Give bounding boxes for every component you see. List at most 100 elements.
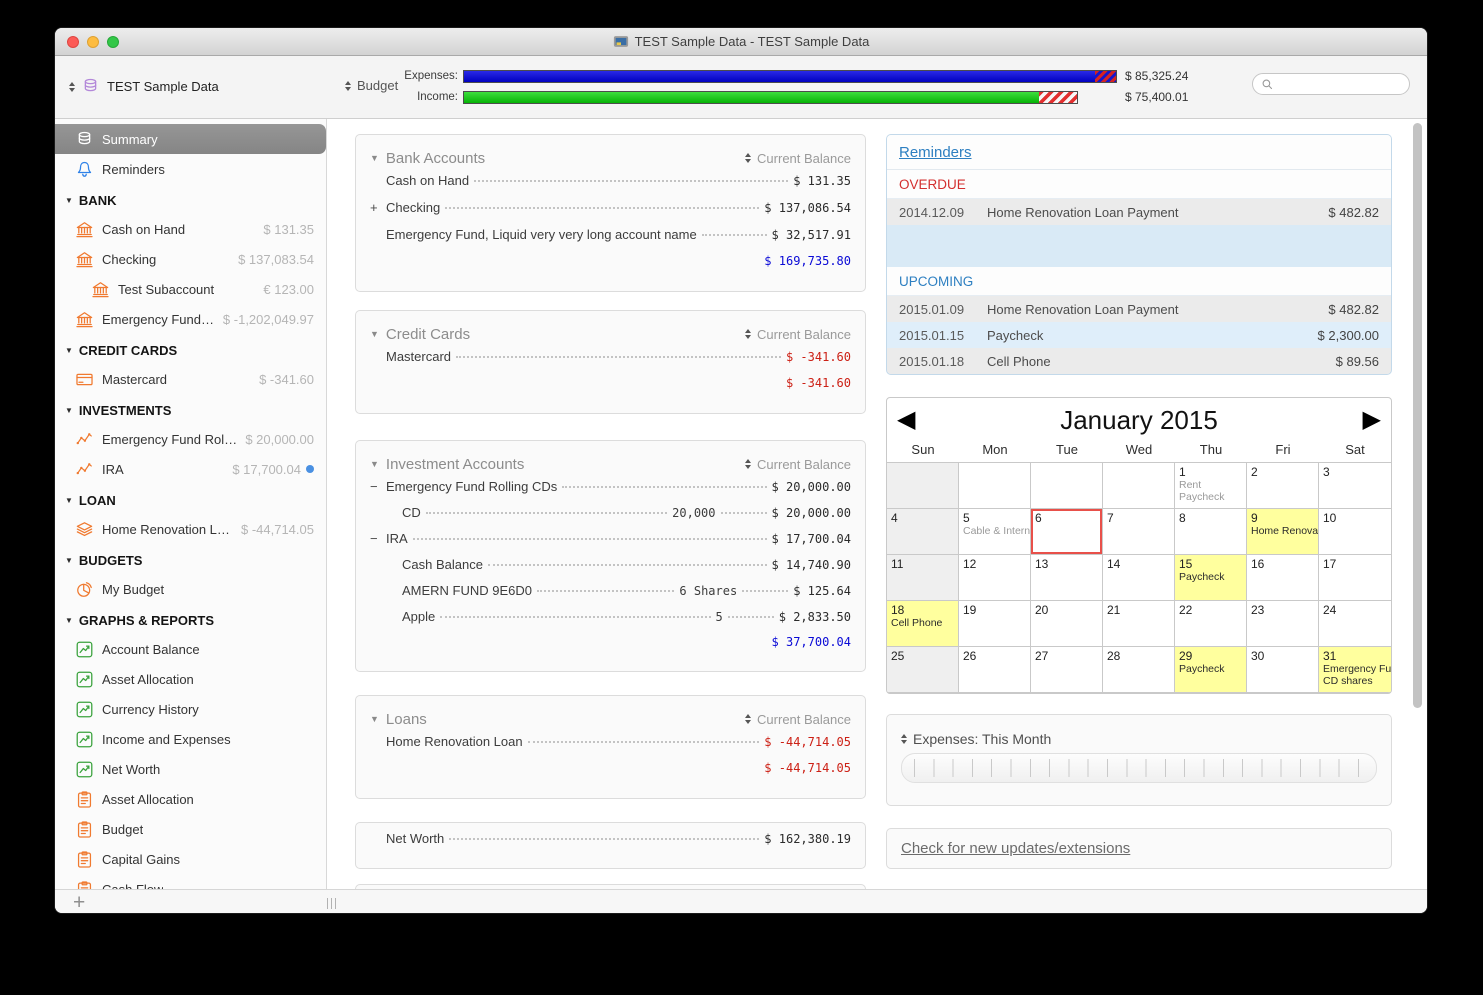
sidebar-item-home-renovation-loan[interactable]: Home Renovation Loan$ -44,714.05 — [55, 514, 326, 544]
reminder-row[interactable]: 2014.12.09Home Renovation Loan Payment$ … — [887, 199, 1391, 225]
sidebar-item-my-budget[interactable]: My Budget — [55, 574, 326, 604]
sidebar-item-reminders[interactable]: Reminders — [55, 154, 326, 184]
panel-header-credit-cards[interactable]: ▼Credit CardsCurrent Balance — [370, 319, 851, 349]
sidebar-item-summary[interactable]: Summary — [55, 124, 326, 154]
calendar-cell-29[interactable]: 29Paycheck — [1175, 647, 1247, 693]
calendar-cell-5[interactable]: 5Cable & Intern — [959, 509, 1031, 555]
expenses-month-header[interactable]: Expenses: This Month — [901, 727, 1377, 751]
calendar-cell-28[interactable]: 28 — [1103, 647, 1175, 693]
calendar-cell-20[interactable]: 20 — [1031, 601, 1103, 647]
calendar-cell-3[interactable]: 3 — [1319, 463, 1391, 509]
reminder-row[interactable]: 2015.01.15Paycheck$ 2,300.00 — [887, 322, 1391, 348]
sidebar-item-ira[interactable]: IRA$ 17,700.04 — [55, 454, 326, 484]
calendar-cell-1[interactable]: 1RentPaycheck — [1175, 463, 1247, 509]
sort-control[interactable]: Current Balance — [745, 457, 851, 472]
scrollbar-thumb[interactable] — [1413, 123, 1422, 708]
reminder-row[interactable]: 2015.01.09Home Renovation Loan Payment$ … — [887, 296, 1391, 322]
reminders-link[interactable]: Reminders — [899, 144, 972, 161]
calendar-cell-empty[interactable] — [887, 463, 959, 509]
account-row-emergency-fund-liquid-very-very-long-account-name[interactable]: Emergency Fund, Liquid very very long ac… — [370, 227, 851, 254]
calendar-cell-31[interactable]: 31Emergency FuCD shares — [1319, 647, 1391, 693]
calendar-cell-7[interactable]: 7 — [1103, 509, 1175, 555]
calendar-cell-21[interactable]: 21 — [1103, 601, 1175, 647]
zoom-button[interactable] — [107, 36, 119, 48]
sidebar-section-investments[interactable]: ▼INVESTMENTS — [55, 396, 326, 424]
sort-control[interactable]: Current Balance — [745, 327, 851, 342]
calendar-cell-4[interactable]: 4 — [887, 509, 959, 555]
panel-header-investment-accounts[interactable]: ▼Investment AccountsCurrent Balance — [370, 449, 851, 479]
calendar-cell-27[interactable]: 27 — [1031, 647, 1103, 693]
calendar-next-button[interactable]: ▶ — [1363, 408, 1381, 432]
calendar-cell-empty[interactable] — [959, 463, 1031, 509]
account-row-net-worth[interactable]: Net Worth$ 162,380.19 — [370, 831, 851, 858]
calendar-cell-23[interactable]: 23 — [1247, 601, 1319, 647]
sidebar-resize-handle[interactable] — [327, 898, 337, 909]
sidebar-item-test-subaccount[interactable]: Test Subaccount€ 123.00 — [55, 274, 326, 304]
sidebar-item-budget[interactable]: Budget — [55, 814, 326, 844]
calendar-cell-12[interactable]: 12 — [959, 555, 1031, 601]
sidebar-item-capital-gains[interactable]: Capital Gains — [55, 844, 326, 874]
sidebar-item-cash-flow[interactable]: Cash Flow — [55, 874, 326, 889]
calendar-cell-2[interactable]: 2 — [1247, 463, 1319, 509]
calendar-cell-19[interactable]: 19 — [959, 601, 1031, 647]
calendar-cell-14[interactable]: 14 — [1103, 555, 1175, 601]
sidebar-item-asset-allocation[interactable]: Asset Allocation — [55, 784, 326, 814]
panel-header-bank-accounts[interactable]: ▼Bank AccountsCurrent Balance — [370, 143, 851, 173]
account-row-checking[interactable]: +Checking$ 137,086.54 — [370, 200, 851, 227]
sidebar-item-net-worth[interactable]: Net Worth — [55, 754, 326, 784]
file-selector[interactable]: TEST Sample Data — [69, 77, 219, 96]
calendar-cell-16[interactable]: 16 — [1247, 555, 1319, 601]
sidebar-item-emergency-fund[interactable]: Emergency Fund, ...$ -1,202,049.97 — [55, 304, 326, 334]
sidebar-item-asset-allocation[interactable]: Asset Allocation — [55, 664, 326, 694]
calendar-cell-26[interactable]: 26 — [959, 647, 1031, 693]
account-row-cash-on-hand[interactable]: Cash on Hand$ 131.35 — [370, 173, 851, 200]
calendar-cell-9[interactable]: 9Home Renova — [1247, 509, 1319, 555]
calendar-cell-empty[interactable] — [1031, 463, 1103, 509]
calendar-cell-10[interactable]: 10 — [1319, 509, 1391, 555]
check-updates-link[interactable]: Check for new updates/extensions — [901, 840, 1130, 857]
account-row-amern-fund-9e6d0[interactable]: AMERN FUND 9E6D06 Shares$ 125.64 — [370, 583, 851, 609]
calendar-cell-6[interactable]: 6 — [1031, 509, 1103, 555]
search-field[interactable] — [1252, 73, 1410, 95]
panel-header-loans[interactable]: ▼LoansCurrent Balance — [370, 704, 851, 734]
calendar-cell-11[interactable]: 11 — [887, 555, 959, 601]
expenses-month-panel: Expenses: This Month — [886, 714, 1392, 806]
minimize-button[interactable] — [87, 36, 99, 48]
sidebar-item-account-balance[interactable]: Account Balance — [55, 634, 326, 664]
sort-control[interactable]: Current Balance — [745, 151, 851, 166]
sidebar-section-graphs-reports[interactable]: ▼GRAPHS & REPORTS — [55, 606, 326, 634]
sidebar-item-cash-on-hand[interactable]: Cash on Hand$ 131.35 — [55, 214, 326, 244]
calendar-prev-button[interactable]: ◀ — [897, 408, 915, 432]
calendar-cell-22[interactable]: 22 — [1175, 601, 1247, 647]
account-row-apple[interactable]: Apple5$ 2,833.50 — [370, 609, 851, 635]
sidebar-section-bank[interactable]: ▼BANK — [55, 186, 326, 214]
sidebar-item-income-and-expenses[interactable]: Income and Expenses — [55, 724, 326, 754]
sidebar-section-credit-cards[interactable]: ▼CREDIT CARDS — [55, 336, 326, 364]
sort-control[interactable]: Current Balance — [745, 712, 851, 727]
calendar-cell-18[interactable]: 18Cell Phone — [887, 601, 959, 647]
sidebar-item-emergency-fund-rolli[interactable]: Emergency Fund Rolli...$ 20,000.00 — [55, 424, 326, 454]
sidebar-section-loan[interactable]: ▼LOAN — [55, 486, 326, 514]
account-row-mastercard[interactable]: Mastercard$ -341.60 — [370, 349, 851, 376]
calendar-cell-30[interactable]: 30 — [1247, 647, 1319, 693]
reminder-row[interactable]: 2015.01.18Cell Phone$ 89.56 — [887, 348, 1391, 374]
calendar-cell-15[interactable]: 15Paycheck — [1175, 555, 1247, 601]
account-row-cash-balance[interactable]: Cash Balance$ 14,740.90 — [370, 557, 851, 583]
add-account-button[interactable]: + — [73, 893, 85, 913]
calendar-cell-17[interactable]: 17 — [1319, 555, 1391, 601]
sidebar-item-checking[interactable]: Checking$ 137,083.54 — [55, 244, 326, 274]
sidebar-section-budgets[interactable]: ▼BUDGETS — [55, 546, 326, 574]
calendar-cell-13[interactable]: 13 — [1031, 555, 1103, 601]
account-row-home-renovation-loan[interactable]: Home Renovation Loan$ -44,714.05 — [370, 734, 851, 761]
sidebar-item-currency-history[interactable]: Currency History — [55, 694, 326, 724]
calendar-cell-25[interactable]: 25 — [887, 647, 959, 693]
search-input[interactable] — [1278, 76, 1401, 92]
calendar-cell-empty[interactable] — [1103, 463, 1175, 509]
close-button[interactable] — [67, 36, 79, 48]
calendar-cell-24[interactable]: 24 — [1319, 601, 1391, 647]
account-row-emergency-fund-rolling-cds[interactable]: −Emergency Fund Rolling CDs$ 20,000.00 — [370, 479, 851, 505]
account-row-cd[interactable]: CD20,000$ 20,000.00 — [370, 505, 851, 531]
account-row-ira[interactable]: −IRA$ 17,700.04 — [370, 531, 851, 557]
sidebar-item-mastercard[interactable]: Mastercard$ -341.60 — [55, 364, 326, 394]
calendar-cell-8[interactable]: 8 — [1175, 509, 1247, 555]
